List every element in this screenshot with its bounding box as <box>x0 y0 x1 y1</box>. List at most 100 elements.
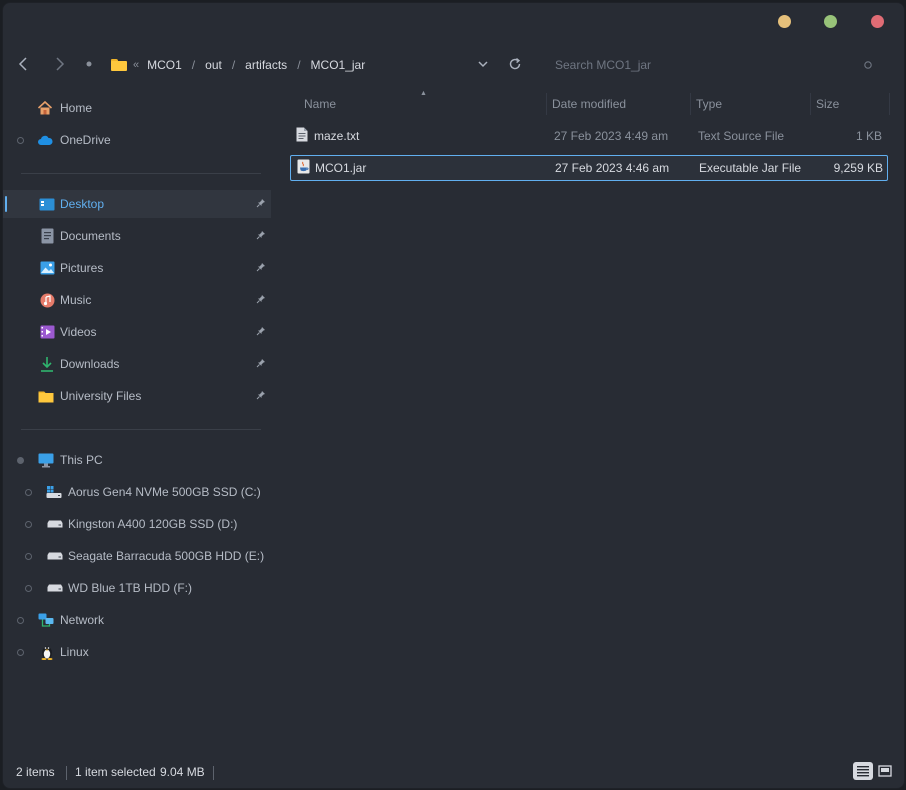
monitor-icon <box>38 452 54 468</box>
sidebar-item-music[interactable]: Music <box>3 286 271 314</box>
sidebar-item-drive-c[interactable]: Aorus Gen4 NVMe 500GB SSD (C:) <box>3 478 271 506</box>
status-divider <box>213 766 214 780</box>
breadcrumb-item[interactable]: MCO1 <box>147 58 182 72</box>
column-header-label: Date modified <box>552 97 627 111</box>
sidebar-item-linux[interactable]: Linux <box>3 638 271 666</box>
breadcrumb-overflow[interactable]: « <box>133 59 139 71</box>
sidebar-item-label: Aorus Gen4 NVMe 500GB SSD (C:) <box>68 485 261 499</box>
column-header-name[interactable]: Name <box>304 91 336 117</box>
sidebar-item-network[interactable]: Network <box>3 606 271 634</box>
pin-icon[interactable] <box>256 262 266 275</box>
column-separator[interactable] <box>810 93 811 115</box>
sidebar-item-label: Kingston A400 120GB SSD (D:) <box>68 517 238 531</box>
search-box <box>555 55 875 75</box>
cloud-icon <box>37 132 53 148</box>
breadcrumb-item[interactable]: MCO1_jar <box>311 58 366 72</box>
file-date-modified: 27 Feb 2023 4:49 am <box>554 129 669 143</box>
sidebar-item-drive-d[interactable]: Kingston A400 120GB SSD (D:) <box>3 510 271 538</box>
breadcrumb-item[interactable]: out <box>205 58 222 72</box>
sidebar-item-documents[interactable]: Documents <box>3 222 271 250</box>
expand-bullet-icon[interactable] <box>17 136 24 144</box>
download-icon <box>39 356 55 372</box>
pin-icon[interactable] <box>256 358 266 371</box>
address-dropdown-button[interactable] <box>472 53 494 75</box>
sidebar-item-desktop[interactable]: Desktop <box>3 190 271 218</box>
breadcrumb-separator: / <box>297 58 301 72</box>
pin-icon[interactable] <box>256 326 266 339</box>
pin-icon[interactable] <box>256 230 266 243</box>
sidebar-item-onedrive[interactable]: OneDrive <box>3 126 271 154</box>
sidebar-item-videos[interactable]: Videos <box>3 318 271 346</box>
item-count: 2 items <box>16 765 55 779</box>
forward-button[interactable] <box>49 53 71 75</box>
refresh-button[interactable] <box>504 53 526 75</box>
file-size: 1 KB <box>855 129 882 143</box>
sidebar-item-this-pc[interactable]: This PC <box>3 446 271 474</box>
sidebar-item-downloads[interactable]: Downloads <box>3 350 271 378</box>
sidebar-divider <box>21 173 261 174</box>
search-input[interactable] <box>555 58 845 72</box>
file-name: maze.txt <box>314 129 360 143</box>
text-file-icon <box>296 127 308 143</box>
sidebar-divider <box>21 429 261 430</box>
close-button[interactable] <box>871 15 884 28</box>
selection-count: 1 item selected <box>75 765 156 779</box>
document-icon <box>39 228 55 244</box>
sidebar-item-university-files[interactable]: University Files <box>3 382 271 410</box>
arrow-right-icon <box>56 57 65 71</box>
pin-icon[interactable] <box>256 198 266 211</box>
expand-bullet-icon[interactable] <box>25 584 32 592</box>
breadcrumb: « MCO1 / out / artifacts / MCO1_jar <box>111 55 365 75</box>
music-icon <box>39 292 55 308</box>
expand-bullet-icon[interactable] <box>25 520 32 528</box>
sidebar-item-label: Seagate Barracuda 500GB HDD (E:) <box>68 549 265 563</box>
column-separator[interactable] <box>690 93 691 115</box>
sidebar-item-home[interactable]: Home <box>3 94 271 122</box>
file-row-mco1-jar[interactable]: MCO1.jar 27 Feb 2023 4:46 am Executable … <box>290 155 888 181</box>
expand-bullet-icon[interactable] <box>25 488 32 496</box>
file-name: MCO1.jar <box>315 161 367 175</box>
navigation-pane: Home OneDrive Desktop Documents Pictures… <box>3 91 271 752</box>
sidebar-item-label: Home <box>60 101 93 115</box>
breadcrumb-item[interactable]: artifacts <box>245 58 287 72</box>
column-header-type[interactable]: Type <box>696 91 722 117</box>
column-separator[interactable] <box>889 93 890 115</box>
sidebar-item-pictures[interactable]: Pictures <box>3 254 271 282</box>
expand-bullet-icon[interactable] <box>17 616 24 624</box>
recent-locations-button[interactable] <box>78 53 100 75</box>
sort-ascending-icon: ▲ <box>420 90 427 97</box>
minimize-button[interactable] <box>778 15 791 28</box>
file-size: 9,259 KB <box>833 161 883 175</box>
status-bar: 2 items 1 item selected 9.04 MB <box>3 758 904 788</box>
drive-icon <box>47 548 63 564</box>
pin-icon[interactable] <box>256 390 266 403</box>
system-drive-icon <box>46 484 62 500</box>
pin-icon[interactable] <box>256 294 266 307</box>
video-icon <box>39 324 55 340</box>
folder-icon <box>111 59 127 71</box>
picture-icon <box>39 260 55 276</box>
sidebar-item-label: Documents <box>60 229 121 243</box>
expand-bullet-icon[interactable] <box>17 456 24 464</box>
search-icon[interactable] <box>863 60 873 70</box>
back-button[interactable] <box>12 53 34 75</box>
sidebar-item-drive-e[interactable]: Seagate Barracuda 500GB HDD (E:) <box>3 542 271 570</box>
file-explorer-window: « MCO1 / out / artifacts / MCO1_jar Sear… <box>2 2 905 789</box>
sidebar-item-drive-f[interactable]: WD Blue 1TB HDD (F:) <box>3 574 271 602</box>
folder-icon <box>38 388 54 404</box>
details-view-button[interactable] <box>853 762 873 780</box>
tiles-view-button[interactable] <box>875 762 895 780</box>
expand-bullet-icon[interactable] <box>17 648 24 656</box>
sidebar-item-label: University Files <box>60 389 142 403</box>
column-header-date-modified[interactable]: Date modified <box>552 91 626 117</box>
sidebar-item-label: Videos <box>60 325 97 339</box>
column-separator[interactable] <box>546 93 547 115</box>
expand-bullet-icon[interactable] <box>25 552 32 560</box>
column-header-size[interactable]: Size <box>816 91 839 117</box>
dot-icon <box>86 61 92 67</box>
file-row-maze-txt[interactable]: maze.txt 27 Feb 2023 4:49 am Text Source… <box>290 124 886 148</box>
title-bar <box>3 3 904 39</box>
maximize-button[interactable] <box>824 15 837 28</box>
sidebar-item-label: Pictures <box>60 261 104 275</box>
file-type: Executable Jar File <box>699 161 802 175</box>
